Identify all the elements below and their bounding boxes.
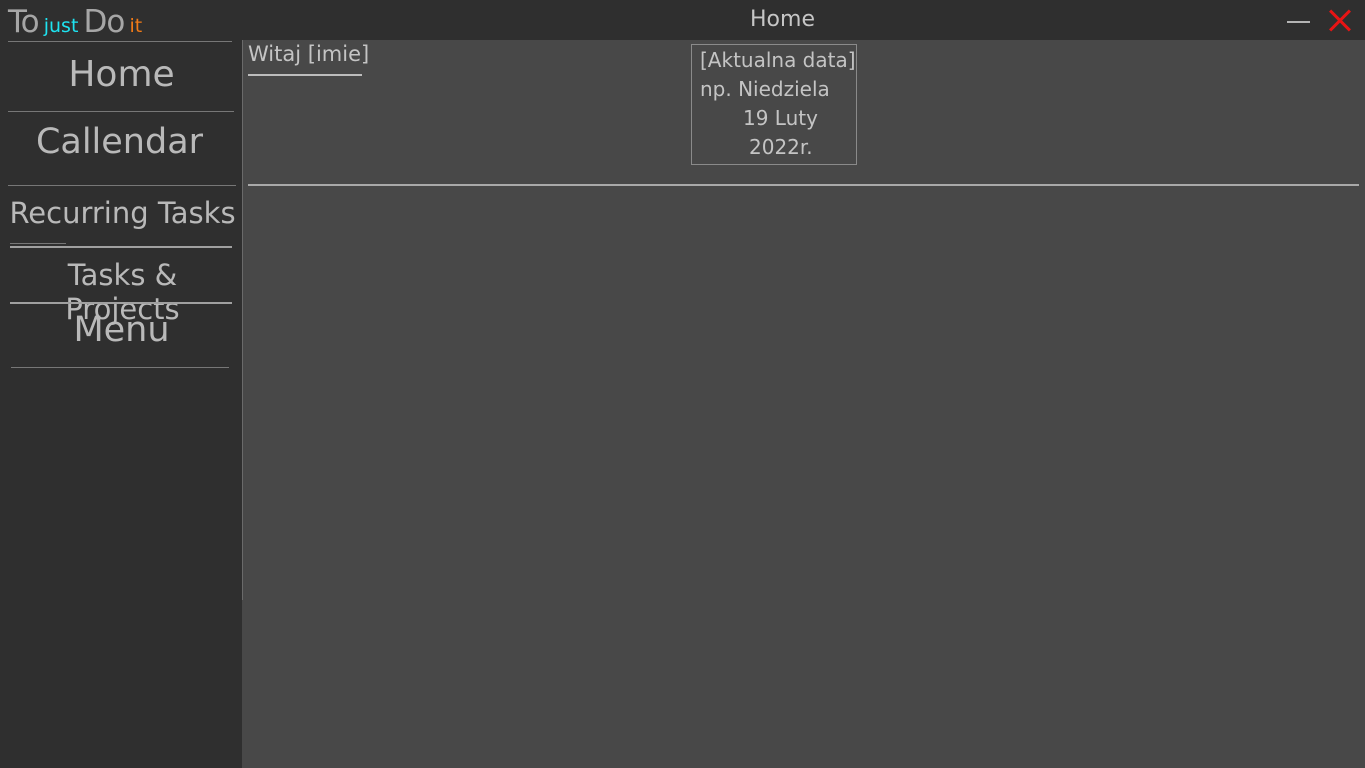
close-button[interactable] bbox=[1325, 6, 1355, 36]
window-title: Home bbox=[750, 7, 815, 32]
greeting-underline bbox=[248, 74, 362, 76]
greeting-text: Witaj [imie] bbox=[248, 42, 370, 66]
sidebar: Home Callendar Recurring Tasks Tasks & P… bbox=[0, 40, 242, 768]
divider bbox=[11, 367, 229, 368]
minimize-icon bbox=[1287, 21, 1310, 23]
sidebar-item-recurring-tasks[interactable]: Recurring Tasks bbox=[9, 196, 236, 230]
date-weekday: np. Niedziela bbox=[700, 77, 830, 101]
sidebar-item-home[interactable]: Home bbox=[8, 54, 235, 95]
title-bar: To just Do it Home bbox=[0, 0, 1365, 40]
divider bbox=[10, 243, 66, 244]
minimize-button[interactable] bbox=[1284, 6, 1314, 36]
main-left-border bbox=[242, 40, 243, 600]
divider bbox=[8, 41, 232, 42]
sidebar-item-menu[interactable]: Menu bbox=[8, 310, 235, 350]
date-day-month: 19 Luty bbox=[743, 106, 818, 130]
divider bbox=[10, 302, 232, 304]
divider bbox=[8, 185, 236, 186]
date-year: 2022r. bbox=[749, 135, 813, 159]
date-label: [Aktualna data] bbox=[700, 48, 856, 72]
date-box: [Aktualna data] np. Niedziela 19 Luty 20… bbox=[691, 44, 857, 165]
main-divider bbox=[248, 184, 1359, 186]
divider bbox=[10, 246, 232, 248]
main-panel: Witaj [imie] [Aktualna data] np. Niedzie… bbox=[242, 40, 1365, 768]
sidebar-item-calendar[interactable]: Callendar bbox=[6, 122, 233, 162]
divider bbox=[8, 111, 234, 112]
